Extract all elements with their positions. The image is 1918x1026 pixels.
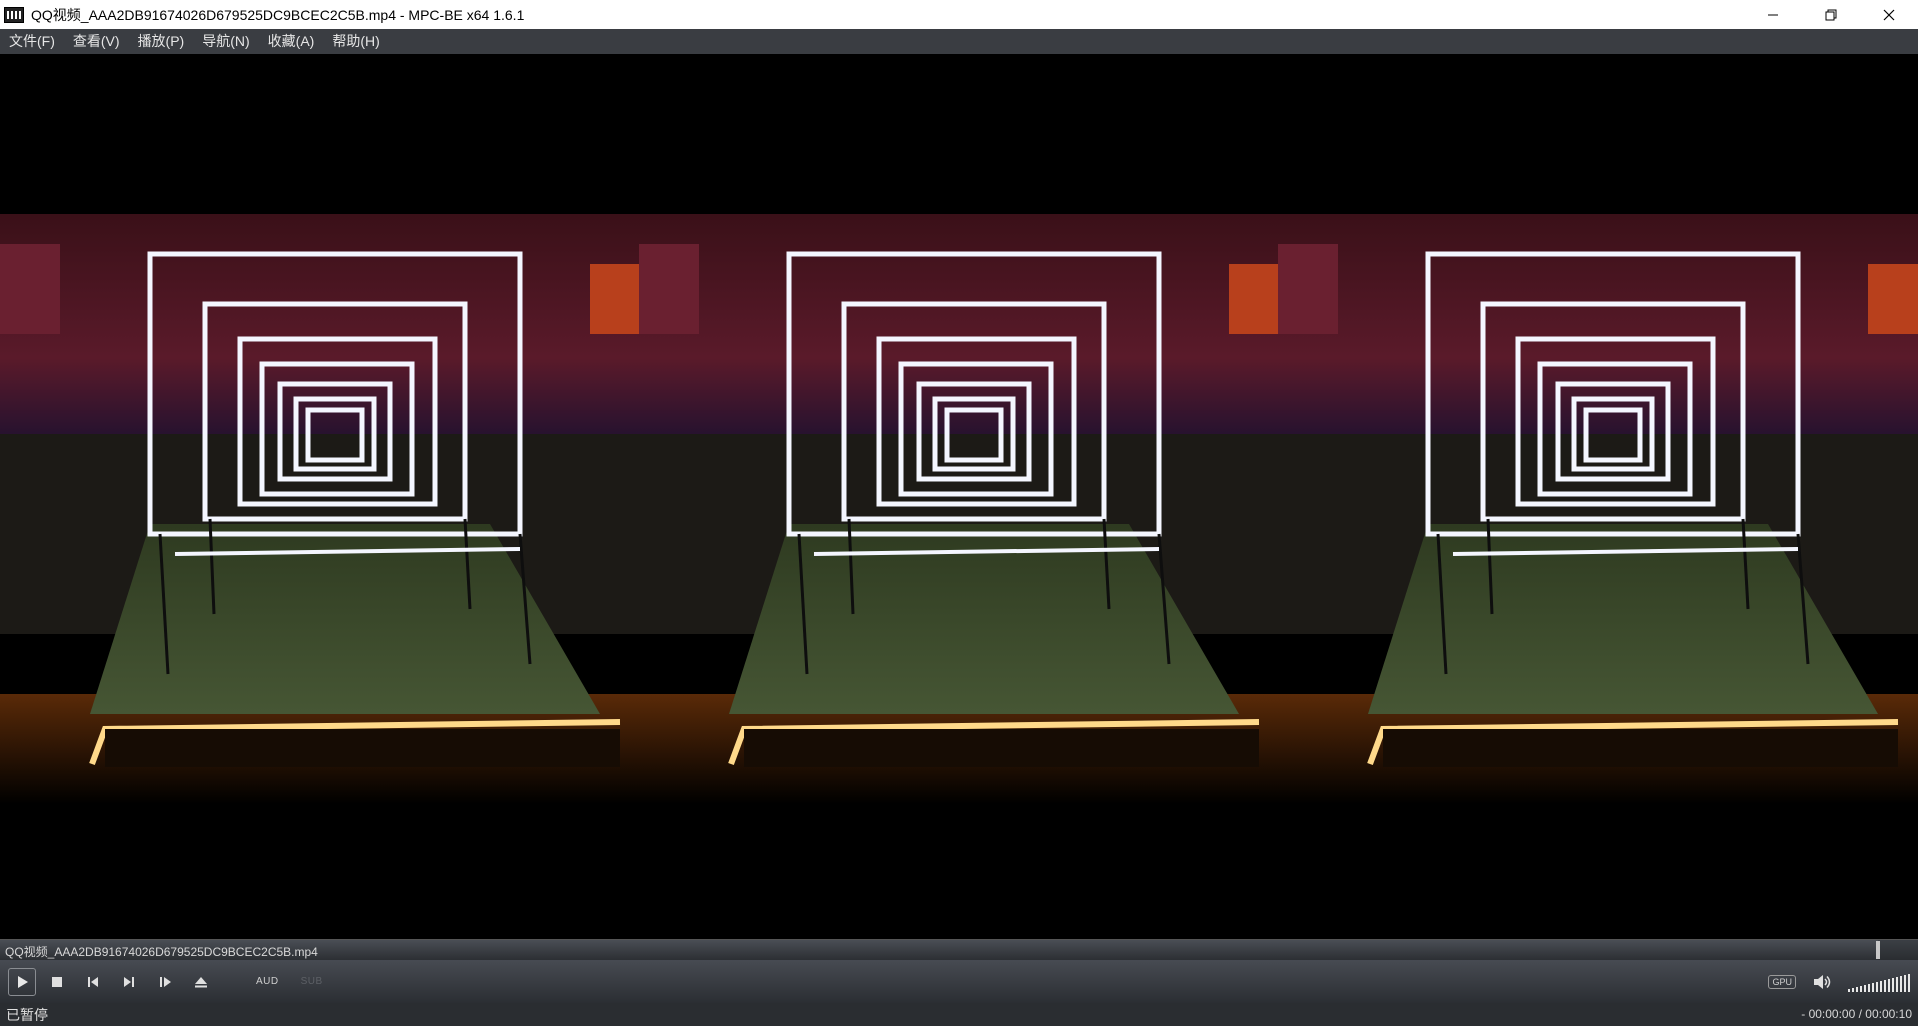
minimize-button[interactable]: [1744, 0, 1802, 29]
skip-forward-icon: [124, 976, 134, 987]
menu-favorites[interactable]: 收藏(A): [259, 29, 324, 54]
menu-file[interactable]: 文件(F): [0, 29, 64, 54]
restore-button[interactable]: [1802, 0, 1860, 29]
app-icon: [4, 6, 24, 23]
seek-bar[interactable]: QQ视频_AAA2DB91674026D679525DC9BCEC2C5B.mp…: [0, 939, 1918, 960]
frame-step-button[interactable]: [150, 967, 180, 997]
video-panel-right: [1278, 54, 1918, 939]
led-tunnel-image: [1278, 54, 1918, 939]
eject-button[interactable]: [186, 967, 216, 997]
play-icon: [18, 975, 28, 988]
frame-step-icon: [160, 976, 171, 987]
menu-help[interactable]: 帮助(H): [323, 29, 388, 54]
stop-button[interactable]: [42, 967, 72, 997]
close-button[interactable]: [1860, 0, 1918, 29]
led-tunnel-image: [0, 54, 640, 939]
audio-track-button[interactable]: AUD: [256, 976, 279, 987]
previous-button[interactable]: [78, 967, 108, 997]
toolbar-right: GPU: [1768, 960, 1918, 1003]
close-icon: [1883, 9, 1895, 20]
playback-status: 已暂停: [6, 1006, 48, 1023]
restore-icon: [1825, 9, 1837, 20]
video-panel-middle: [639, 54, 1279, 939]
menu-navigate[interactable]: 导航(N): [193, 29, 258, 54]
seek-end-marker: [1876, 941, 1880, 959]
stop-icon: [52, 976, 62, 987]
skip-back-icon: [88, 976, 98, 987]
gpu-indicator: GPU: [1768, 974, 1796, 989]
seek-filename-label: QQ视频_AAA2DB91674026D679525DC9BCEC2C5B.mp…: [5, 945, 318, 959]
video-panel-left: [0, 54, 640, 939]
volume-slider[interactable]: [1848, 972, 1910, 992]
video-frame[interactable]: [0, 54, 1918, 939]
volume-icon[interactable]: [1812, 973, 1832, 991]
minimize-icon: [1768, 14, 1778, 15]
window-controls: [1744, 0, 1918, 29]
playback-toolbar: AUD SUB GPU: [0, 960, 1918, 1003]
window-title: QQ视频_AAA2DB91674026D679525DC9BCEC2C5B.mp…: [31, 6, 525, 23]
subtitle-track-button[interactable]: SUB: [301, 976, 323, 987]
led-tunnel-image: [639, 54, 1279, 939]
menu-view[interactable]: 查看(V): [64, 29, 129, 54]
next-button[interactable]: [114, 967, 144, 997]
time-display: - 00:00:00 / 00:00:10: [1801, 1007, 1912, 1021]
menu-bar: 文件(F) 查看(V) 播放(P) 导航(N) 收藏(A) 帮助(H): [0, 29, 1918, 54]
status-bar: 已暂停 - 00:00:00 / 00:00:10: [0, 1003, 1918, 1026]
play-button[interactable]: [8, 967, 36, 996]
eject-icon: [195, 976, 207, 987]
title-bar: QQ视频_AAA2DB91674026D679525DC9BCEC2C5B.mp…: [0, 0, 1918, 29]
menu-play[interactable]: 播放(P): [129, 29, 194, 54]
